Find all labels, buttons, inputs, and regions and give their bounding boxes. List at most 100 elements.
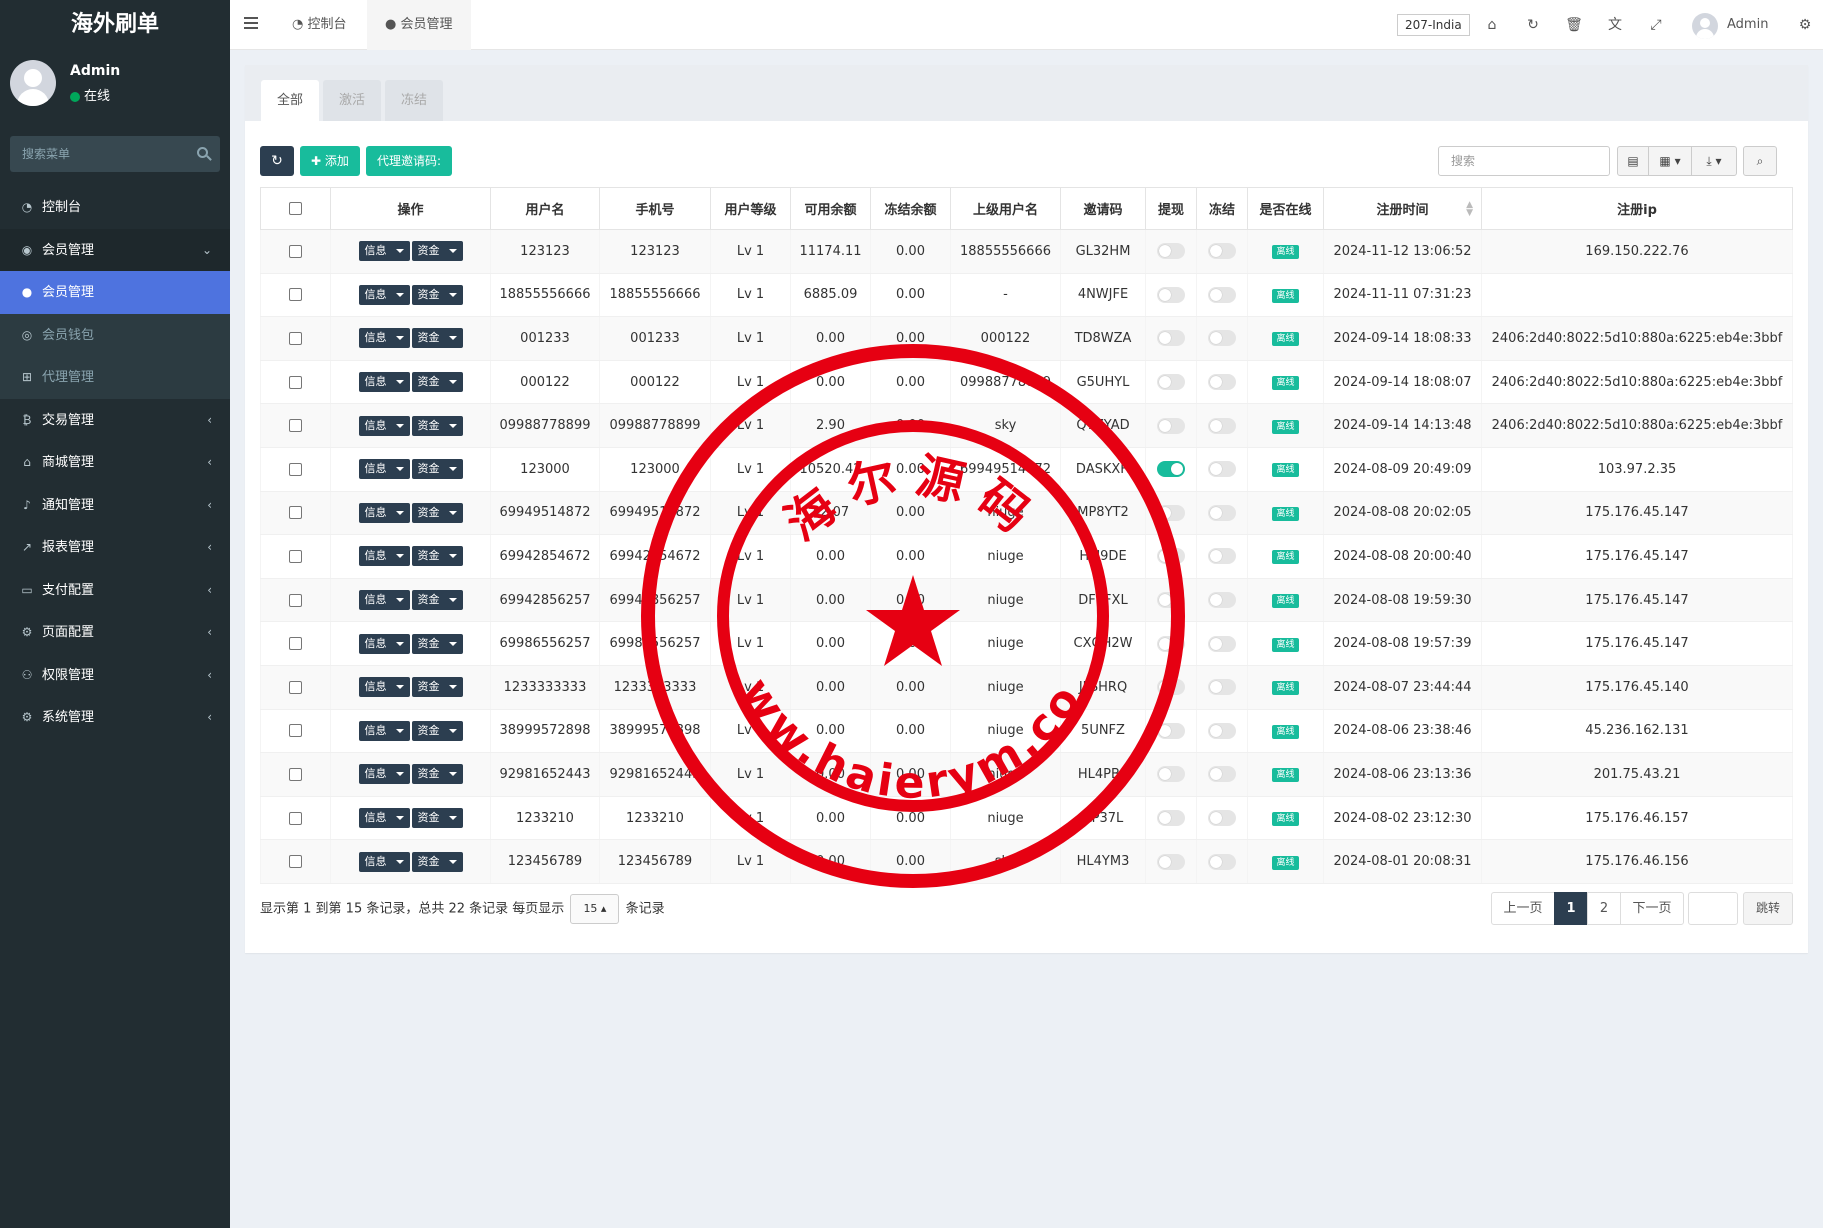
funds-dropdown-button[interactable]: 资金 (411, 459, 463, 480)
table-row[interactable]: 信息 资金 1233210 1233210 Lv 1 0.00 0.00 niuge AP37L… (260, 796, 1793, 841)
col-reg-ip[interactable]: 注册ip (1481, 187, 1793, 230)
withdraw-toggle[interactable] (1157, 243, 1185, 260)
info-dropdown-button[interactable]: 信息 (358, 459, 410, 480)
withdraw-toggle[interactable] (1157, 330, 1185, 347)
toggle-view-button[interactable]: ▤ (1617, 146, 1649, 176)
info-dropdown-button[interactable]: 信息 (358, 415, 410, 436)
table-row[interactable]: 信息 资金 69986556257 69986556257 Lv 1 0.00 0.00 ni… (260, 621, 1793, 666)
info-dropdown-button[interactable]: 信息 (358, 590, 410, 611)
withdraw-toggle[interactable] (1157, 548, 1185, 565)
sidebar-item-2[interactable]: ● 会员管理 (0, 271, 230, 314)
withdraw-toggle[interactable] (1157, 722, 1185, 739)
freeze-toggle[interactable] (1208, 810, 1236, 827)
row-checkbox[interactable] (289, 288, 302, 302)
info-dropdown-button[interactable]: 信息 (358, 241, 410, 262)
funds-dropdown-button[interactable]: 资金 (411, 633, 463, 654)
table-row[interactable]: 信息 资金 69942856257 69942856257 Lv 1 0.00 0.00 ni… (260, 578, 1793, 623)
settings-icon[interactable]: ⚙ (1795, 15, 1815, 35)
withdraw-toggle[interactable] (1157, 504, 1185, 521)
tab-all[interactable]: 全部 (261, 80, 320, 121)
info-dropdown-button[interactable]: 信息 (358, 284, 410, 305)
info-dropdown-button[interactable]: 信息 (358, 720, 410, 741)
col-parent[interactable]: 上级用户名 (950, 187, 1061, 230)
table-row[interactable]: 信息 资金 38999572898 38999572898 Lv 1 0.00 0.00 ni… (260, 709, 1793, 754)
row-checkbox[interactable] (289, 767, 302, 781)
info-dropdown-button[interactable]: 信息 (358, 764, 410, 785)
info-dropdown-button[interactable]: 信息 (358, 677, 410, 698)
withdraw-toggle[interactable] (1157, 853, 1185, 870)
col-frozen[interactable]: 冻结余额 (870, 187, 951, 230)
table-row[interactable]: 信息 资金 123000 123000 Lv 1 10520.42 0.00 69949514… (260, 447, 1793, 492)
freeze-toggle[interactable] (1208, 548, 1236, 565)
table-row[interactable]: 信息 资金 123456789 123456789 Lv 1 0.00 0.00 sky HL4… (260, 839, 1793, 884)
info-dropdown-button[interactable]: 信息 (358, 808, 410, 829)
freeze-toggle[interactable] (1208, 853, 1236, 870)
sidebar-search-input[interactable] (10, 136, 220, 172)
info-dropdown-button[interactable]: 信息 (358, 851, 410, 872)
col-withdraw[interactable]: 提现 (1145, 187, 1197, 230)
translate-icon[interactable]: 文 (1605, 15, 1625, 35)
freeze-toggle[interactable] (1208, 635, 1236, 652)
row-checkbox[interactable] (289, 680, 302, 694)
freeze-toggle[interactable] (1208, 722, 1236, 739)
funds-dropdown-button[interactable]: 资金 (411, 546, 463, 567)
menu-toggle-icon[interactable] (244, 17, 258, 32)
sidebar-item-10[interactable]: ⚙ 页面配置 ‹ (0, 611, 230, 654)
withdraw-toggle[interactable] (1157, 592, 1185, 609)
row-checkbox[interactable] (289, 506, 302, 520)
invite-code-button[interactable]: 代理邀请码: (366, 146, 453, 176)
withdraw-toggle[interactable] (1157, 374, 1185, 391)
info-dropdown-button[interactable]: 信息 (358, 546, 410, 567)
row-checkbox[interactable] (289, 419, 302, 433)
col-phone[interactable]: 手机号 (599, 187, 711, 230)
withdraw-toggle[interactable] (1157, 461, 1185, 478)
info-dropdown-button[interactable]: 信息 (358, 328, 410, 349)
withdraw-toggle[interactable] (1157, 679, 1185, 696)
region-selector[interactable]: 207-India (1397, 14, 1470, 36)
sidebar-item-11[interactable]: ⚇ 权限管理 ‹ (0, 654, 230, 697)
funds-dropdown-button[interactable]: 资金 (411, 851, 463, 872)
freeze-toggle[interactable] (1208, 243, 1236, 260)
nav-admin-name[interactable]: Admin (1727, 0, 1768, 50)
sidebar-item-0[interactable]: ◔ 控制台 (0, 186, 230, 229)
app-logo[interactable]: 海外刷单 (0, 0, 230, 50)
col-online[interactable]: 是否在线 (1247, 187, 1324, 230)
jump-page-input[interactable] (1688, 892, 1738, 925)
sidebar-item-8[interactable]: ↗ 报表管理 ‹ (0, 526, 230, 569)
row-checkbox[interactable] (289, 331, 302, 345)
prev-page-button[interactable]: 上一页 (1491, 892, 1555, 925)
table-row[interactable]: 信息 资金 18855556666 18855556666 Lv 1 6885.09 0.0… (260, 273, 1793, 318)
sidebar-item-6[interactable]: ⌂ 商城管理 ‹ (0, 441, 230, 484)
row-checkbox[interactable] (289, 724, 302, 738)
jump-button[interactable]: 跳转 (1743, 892, 1793, 925)
funds-dropdown-button[interactable]: 资金 (411, 502, 463, 523)
nav-tab-members[interactable]: ● 会员管理 (367, 0, 471, 50)
table-row[interactable]: 信息 资金 123123 123123 Lv 1 11174.11 0.00 18855556… (260, 229, 1793, 274)
sidebar-item-1[interactable]: ◉ 会员管理 ⌄ (0, 228, 230, 271)
home-icon[interactable]: ⌂ (1482, 15, 1502, 35)
info-dropdown-button[interactable]: 信息 (358, 502, 410, 523)
sidebar-item-3[interactable]: ◎ 会员钱包 (0, 314, 230, 357)
sidebar-item-4[interactable]: ⊞ 代理管理 (0, 356, 230, 399)
freeze-toggle[interactable] (1208, 374, 1236, 391)
table-row[interactable]: 信息 资金 000122 000122 Lv 1 0.00 0.00 09988778899 G… (260, 360, 1793, 405)
row-checkbox[interactable] (289, 855, 302, 869)
page-2-button[interactable]: 2 (1587, 892, 1621, 925)
row-checkbox[interactable] (289, 549, 302, 563)
withdraw-toggle[interactable] (1157, 766, 1185, 783)
col-reg-time[interactable]: 注册时间 ▲ ▼ (1323, 187, 1482, 230)
table-row[interactable]: 信息 资金 1233333333 1233333333 Lv 1 0.00 0.00 niug… (260, 665, 1793, 710)
sort-icon[interactable]: ▲ ▼ (1466, 201, 1473, 218)
freeze-toggle[interactable] (1208, 592, 1236, 609)
funds-dropdown-button[interactable]: 资金 (411, 328, 463, 349)
funds-dropdown-button[interactable]: 资金 (411, 764, 463, 785)
freeze-toggle[interactable] (1208, 504, 1236, 521)
row-checkbox[interactable] (289, 462, 302, 476)
funds-dropdown-button[interactable]: 资金 (411, 720, 463, 741)
refresh-icon[interactable]: ↻ (1523, 15, 1543, 35)
col-invite-code[interactable]: 邀请码 (1060, 187, 1146, 230)
funds-dropdown-button[interactable]: 资金 (411, 241, 463, 262)
col-freeze[interactable]: 冻结 (1196, 187, 1248, 230)
withdraw-toggle[interactable] (1157, 810, 1185, 827)
add-button[interactable]: ✚ 添加 (300, 146, 360, 176)
